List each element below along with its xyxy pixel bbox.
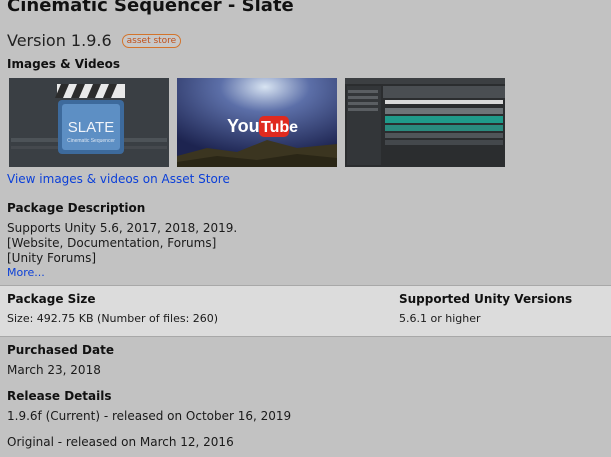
slate-logo-text: SLATE — [68, 119, 114, 136]
more-link[interactable]: More... — [7, 266, 45, 279]
youtube-tube: Tube — [261, 119, 298, 136]
version-row: Version 1.9.6 asset store — [7, 31, 182, 50]
supported-versions-value: 5.6.1 or higher — [399, 312, 481, 325]
package-size-panel: Package Size Size: 492.75 KB (Number of … — [0, 285, 611, 337]
release-original: Original - released on March 12, 2016 — [7, 435, 234, 449]
release-current: 1.9.6f (Current) - released on October 1… — [7, 409, 292, 423]
purchased-date-heading: Purchased Date — [7, 343, 114, 357]
thumbnail-editor[interactable] — [345, 78, 505, 167]
package-size-heading: Package Size — [7, 292, 96, 306]
asset-store-badge: asset store — [121, 33, 182, 48]
slate-logo-subtext: Cinematic Sequencer — [67, 138, 115, 144]
description-line: Supports Unity 5.6, 2017, 2018, 2019. — [7, 221, 238, 235]
package-size-value: Size: 492.75 KB (Number of files: 260) — [7, 312, 219, 325]
view-media-link[interactable]: View images & videos on Asset Store — [7, 172, 230, 186]
purchased-date-value: March 23, 2018 — [7, 363, 101, 377]
package-title: Cinematic Sequencer - Slate — [7, 0, 294, 16]
package-version: Version 1.9.6 — [7, 31, 112, 50]
images-videos-heading: Images & Videos — [7, 57, 121, 71]
youtube-you: You — [227, 116, 260, 136]
thumbnail-youtube[interactable]: You Tube — [177, 78, 337, 167]
description-line: [Website, Documentation, Forums] — [7, 236, 217, 250]
package-description-heading: Package Description — [7, 201, 146, 215]
release-details-heading: Release Details — [7, 389, 112, 403]
thumbnail-slate[interactable]: SLATE Cinematic Sequencer — [9, 78, 169, 167]
media-thumbnails: SLATE Cinematic Sequencer You Tube — [9, 78, 505, 167]
description-line: [Unity Forums] — [7, 251, 97, 265]
supported-versions-heading: Supported Unity Versions — [399, 292, 573, 306]
youtube-logo-icon: You Tube — [227, 116, 298, 137]
